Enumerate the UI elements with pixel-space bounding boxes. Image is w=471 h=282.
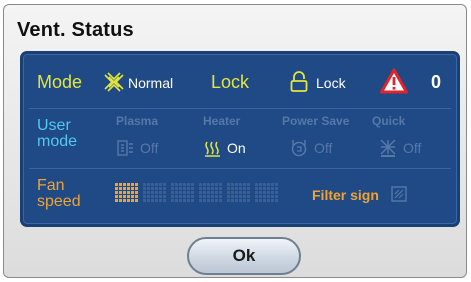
padlock-icon xyxy=(289,71,309,93)
status-panel: Mode Normal Lock Lock 0 User mode Plasma… xyxy=(20,51,460,227)
heater-value: On xyxy=(227,140,246,156)
fan-speed-label-line2: speed xyxy=(37,193,81,210)
power-save-icon xyxy=(289,138,309,158)
warning-triangle-icon xyxy=(380,68,408,94)
user-mode-label-line2: mode xyxy=(37,133,78,150)
fan-speed-segment xyxy=(227,183,250,202)
normal-mode-icon xyxy=(103,71,125,93)
power-save-header: Power Save xyxy=(282,114,350,128)
user-mode-label-line1: User xyxy=(37,117,71,134)
row-divider xyxy=(29,108,451,109)
lock-label: Lock xyxy=(211,72,250,92)
mode-value: Normal xyxy=(128,75,174,91)
filter-sign-icon xyxy=(391,186,407,202)
row-divider xyxy=(29,168,451,169)
fan-speed-label-line1: Fan xyxy=(37,177,65,194)
filter-sign-label: Filter sign xyxy=(312,187,379,203)
fan-speed-segment xyxy=(143,183,166,202)
power-save-value: Off xyxy=(314,140,333,156)
warning-count: 0 xyxy=(431,72,442,92)
status-row: Mode Normal Lock Lock 0 xyxy=(23,60,457,108)
fan-speed-segment xyxy=(171,183,194,202)
quick-icon xyxy=(378,138,398,158)
quick-value: Off xyxy=(403,140,422,156)
mode-label: Mode xyxy=(37,72,83,92)
plasma-header: Plasma xyxy=(116,114,159,128)
quick-header: Quick xyxy=(372,114,406,128)
fan-speed-label: Fan speed xyxy=(37,178,81,210)
ok-button[interactable]: Ok xyxy=(187,237,301,275)
dialog-title: Vent. Status xyxy=(17,19,134,41)
heater-header: Heater xyxy=(203,114,241,128)
fan-speed-row: Fan speed Filter sign xyxy=(23,170,457,226)
fan-speed-indicator xyxy=(115,183,278,202)
plasma-value: Off xyxy=(140,140,159,156)
lock-value: Lock xyxy=(316,75,346,91)
fan-speed-segment xyxy=(199,183,222,202)
fan-speed-segment xyxy=(255,183,278,202)
user-mode-label: User mode xyxy=(37,118,77,150)
user-mode-row: User mode Plasma Off Heater On Power Sav… xyxy=(23,110,457,168)
vent-status-dialog: Vent. Status Mode Normal Lock Lock 0 Use… xyxy=(3,4,467,278)
plasma-icon xyxy=(116,138,136,158)
fan-speed-segment xyxy=(115,183,138,202)
heater-icon xyxy=(203,138,223,158)
